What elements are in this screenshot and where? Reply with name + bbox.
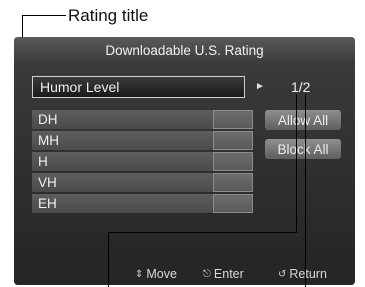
right-arrow-icon[interactable]: ► — [255, 81, 265, 92]
rating-lock-box-h[interactable] — [213, 152, 253, 171]
footer-return: ↺ Return — [278, 267, 327, 281]
rating-row-vh[interactable]: VH — [32, 173, 228, 192]
block-all-button[interactable]: Block All — [265, 139, 341, 159]
rating-lock-box-eh[interactable] — [213, 194, 253, 213]
enter-icon: ⎋ — [203, 268, 211, 280]
callout-line-bottom-h — [108, 232, 296, 233]
allow-all-button[interactable]: Allow All — [265, 110, 341, 130]
footer-return-label: Return — [289, 267, 327, 281]
rating-row-mh[interactable]: MH — [32, 131, 228, 150]
footer-enter-label: Enter — [213, 267, 244, 281]
rating-lock-box-mh[interactable] — [213, 131, 253, 150]
footer-move: ⇕ Move — [135, 267, 177, 281]
rating-row-dh[interactable]: DH — [32, 110, 228, 129]
rating-title-field[interactable]: Humor Level — [32, 76, 245, 98]
return-icon: ↺ — [278, 268, 287, 280]
rating-lock-box-vh[interactable] — [213, 173, 253, 192]
updown-icon: ⇕ — [135, 268, 144, 280]
callout-line-right-v — [305, 94, 306, 287]
page-indicator: 1/2 — [291, 79, 311, 95]
callout-line-bottom-v1 — [108, 232, 109, 287]
footer-bar: ⇕ Move ⎋ Enter ↺ Return — [14, 263, 355, 285]
callout-line-h-top — [22, 15, 66, 16]
rating-row-h[interactable]: H — [32, 152, 228, 171]
callout-label: Rating title — [68, 6, 149, 25]
window-title: Downloadable U.S. Rating — [14, 37, 355, 63]
callout-line-bottom-v2 — [296, 94, 297, 233]
footer-move-label: Move — [146, 267, 177, 281]
rating-window: Downloadable U.S. Rating Humor Level ► 1… — [14, 37, 355, 285]
rating-row-eh[interactable]: EH — [32, 194, 228, 213]
rating-lock-box-dh[interactable] — [213, 110, 253, 129]
footer-enter: ⎋ Enter — [203, 267, 244, 281]
